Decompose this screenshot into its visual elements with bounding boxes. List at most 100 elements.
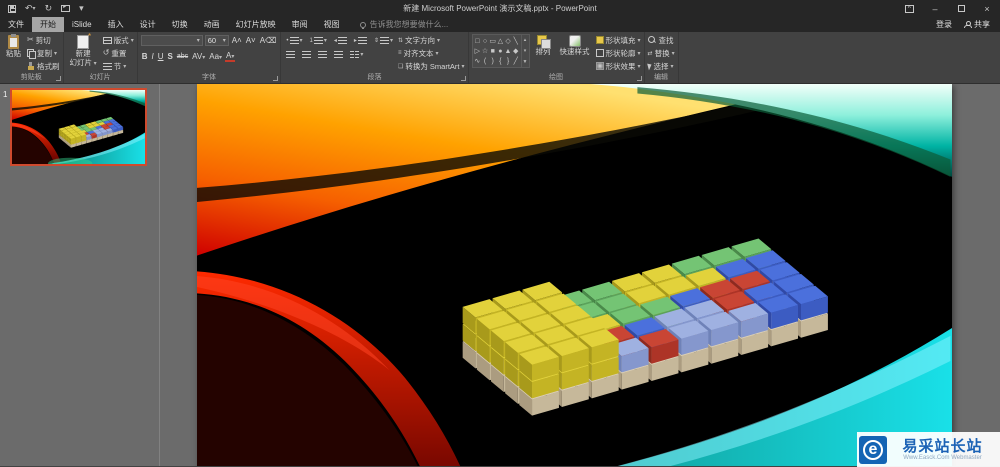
slide-1-thumbnail[interactable] xyxy=(10,88,147,166)
shape-glyph[interactable]: } xyxy=(507,58,509,65)
text-direction-button[interactable]: ⇅ 文字方向 ▾ xyxy=(398,34,465,46)
tab-开始[interactable]: 开始 xyxy=(32,17,64,32)
columns-button[interactable]: ▾ xyxy=(348,50,365,59)
minimize-button[interactable]: – xyxy=(922,0,948,17)
tab-幻灯片放映[interactable]: 幻灯片放映 xyxy=(228,17,284,32)
undo-button[interactable]: ↶ ▾ xyxy=(25,4,36,13)
shrink-font-button[interactable]: A˅ xyxy=(245,36,257,45)
shape-glyph[interactable]: ∿ xyxy=(474,58,480,65)
tab-审阅[interactable]: 审阅 xyxy=(284,17,316,32)
tab-切换[interactable]: 切换 xyxy=(164,17,196,32)
format-painter-button[interactable]: 格式刷 xyxy=(27,60,60,72)
reset-button[interactable]: ↺ 重置 xyxy=(103,47,134,59)
shape-glyph[interactable]: ■ xyxy=(491,48,495,55)
tab-设计[interactable]: 设计 xyxy=(132,17,164,32)
clipboard-dialog-launcher[interactable] xyxy=(55,76,61,81)
arrange-button[interactable]: 排列 xyxy=(533,34,554,72)
underline-button[interactable]: U xyxy=(157,52,165,61)
shape-glyph[interactable]: ☆ xyxy=(482,48,488,55)
decrease-indent-button[interactable]: ◂ xyxy=(332,36,349,45)
tab-动画[interactable]: 动画 xyxy=(196,17,228,32)
tab-插入[interactable]: 插入 xyxy=(100,17,132,32)
shape-glyph[interactable]: △ xyxy=(498,38,503,45)
shape-glyph[interactable]: { xyxy=(499,58,501,65)
change-case-button[interactable]: Aa▾ xyxy=(208,52,223,61)
paragraph-dialog-launcher[interactable] xyxy=(460,76,466,81)
align-center-button[interactable] xyxy=(300,50,313,59)
font-name-combo[interactable]: ▾ xyxy=(140,35,203,46)
shape-glyph[interactable]: ▲ xyxy=(505,48,512,55)
tab-文件[interactable]: 文件 xyxy=(0,17,32,32)
justify-button[interactable] xyxy=(332,50,345,59)
ribbon-display-options-button[interactable] xyxy=(896,0,922,17)
share-button[interactable]: 共享 xyxy=(964,19,990,30)
start-slideshow-button[interactable] xyxy=(61,4,71,12)
find-button[interactable]: 查找 xyxy=(647,34,675,46)
tab-视图[interactable]: 视图 xyxy=(316,17,348,32)
signin-button[interactable]: 登录 xyxy=(936,19,952,30)
save-button[interactable] xyxy=(8,4,16,13)
font-size-combo[interactable]: 60 ▾ xyxy=(204,35,229,46)
slideshow-icon xyxy=(61,4,71,12)
qat-customize-button[interactable]: ▾ xyxy=(79,4,84,13)
shapes-gallery-scroll[interactable]: ▴ ▾ ▼ xyxy=(520,35,529,67)
maximize-button[interactable] xyxy=(948,0,974,17)
repeat-button[interactable]: ↻ xyxy=(45,4,53,13)
shape-glyph[interactable]: ) xyxy=(492,58,494,65)
clear-formatting-button[interactable]: A⌫ xyxy=(259,36,278,45)
slide-thumbnail-panel[interactable]: 1 xyxy=(0,84,160,466)
shape-glyph[interactable]: ◇ xyxy=(505,38,510,45)
shape-outline-button[interactable]: 形状轮廓 ▾ xyxy=(595,47,641,59)
bullets-button[interactable]: • ▾ xyxy=(284,36,304,45)
italic-button[interactable]: I xyxy=(150,52,154,61)
shape-glyph[interactable]: ● xyxy=(498,48,502,55)
shape-effects-button[interactable]: 形状效果 ▾ xyxy=(595,60,641,72)
chevron-down-icon: ▾ xyxy=(79,3,84,13)
cut-button[interactable]: ✂ 剪切 xyxy=(27,34,60,46)
numbering-button[interactable]: 1 ▾ xyxy=(308,36,329,45)
shape-glyph[interactable]: ◆ xyxy=(513,48,518,55)
close-button[interactable]: × xyxy=(974,0,1000,17)
grow-font-button[interactable]: A˄ xyxy=(231,36,243,45)
align-text-button[interactable]: ≡ 对齐文本 ▾ xyxy=(398,47,465,59)
increase-indent-button[interactable]: ▸ xyxy=(352,36,369,45)
align-text-icon: ≡ xyxy=(397,50,402,56)
shape-glyph[interactable]: ( xyxy=(484,58,486,65)
section-button[interactable]: 节 ▾ xyxy=(102,60,134,72)
line-spacing-button[interactable]: ⇕ ▾ xyxy=(372,36,395,45)
paste-button[interactable]: 粘贴 xyxy=(3,34,24,72)
select-button[interactable]: 选择 ▾ xyxy=(646,60,675,72)
tell-me-box[interactable]: 告诉我您想要做什么... xyxy=(359,17,448,32)
shape-fill-button[interactable]: 形状填充 ▾ xyxy=(595,34,641,46)
indent-right-icon: ▸ xyxy=(353,38,357,44)
text-shadow-button[interactable]: S xyxy=(167,52,174,61)
slide-editing-area[interactable] xyxy=(160,84,1000,466)
drawing-dialog-launcher[interactable] xyxy=(636,76,642,81)
character-spacing-button[interactable]: AV▾ xyxy=(191,52,206,61)
layout-button[interactable]: 版式 ▾ xyxy=(102,34,134,46)
align-right-button[interactable] xyxy=(316,50,329,59)
shape-glyph[interactable]: ▭ xyxy=(489,38,496,45)
font-dialog-launcher[interactable] xyxy=(273,76,279,81)
shapes-gallery[interactable]: □ ○ ▭ △ ◇ ╲ ▷ ☆ ■ ● ▲ ◆ ∿ () {} ╱ ▴ ▾ ▼ xyxy=(471,34,530,68)
gallery-more-icon[interactable]: ▼ xyxy=(523,59,528,65)
replace-button[interactable]: ⇄ 替换 ▾ xyxy=(648,47,675,59)
scroll-up-icon[interactable]: ▴ xyxy=(524,37,527,43)
quick-styles-button[interactable]: 快速样式 xyxy=(557,34,593,72)
strikethrough-button[interactable]: abc xyxy=(176,53,189,60)
copy-button[interactable]: 复制 ▾ xyxy=(27,47,60,59)
shape-glyph[interactable]: ▷ xyxy=(475,48,480,55)
bold-button[interactable]: B xyxy=(141,52,149,61)
new-slide-button[interactable]: 新建幻灯片 ▾ xyxy=(67,32,100,72)
shape-glyph[interactable]: ╱ xyxy=(514,58,518,65)
slide-canvas[interactable] xyxy=(197,84,952,466)
convert-smartart-button[interactable]: ❏ 转换为 SmartArt ▾ xyxy=(398,60,465,72)
watermark-logo-icon: e xyxy=(859,435,887,464)
shape-glyph[interactable]: □ xyxy=(475,38,479,45)
scroll-down-icon[interactable]: ▾ xyxy=(524,48,527,54)
shape-glyph[interactable]: ╲ xyxy=(514,38,518,45)
font-color-button[interactable]: A▾ xyxy=(225,51,236,62)
tab-iSlide[interactable]: iSlide xyxy=(64,17,100,32)
align-left-button[interactable] xyxy=(284,50,297,59)
shape-glyph[interactable]: ○ xyxy=(483,38,487,45)
